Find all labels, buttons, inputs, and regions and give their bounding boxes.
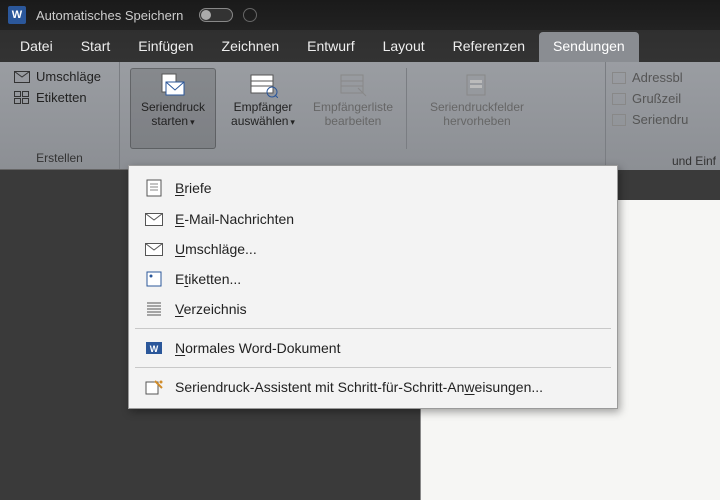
- seriendruckfelder-hervorheben-button[interactable]: Seriendruckfelderhervorheben: [417, 68, 537, 149]
- menu-verzeichnis[interactable]: Verzeichnis: [129, 294, 617, 324]
- autosave-off-icon: [243, 8, 257, 22]
- directory-icon: [145, 301, 163, 317]
- umschlaege-button[interactable]: Umschläge: [10, 68, 109, 85]
- recipients-icon: [248, 72, 278, 98]
- mailmerge-start-icon: [158, 72, 188, 98]
- tab-einfuegen[interactable]: Einfügen: [124, 32, 207, 62]
- tab-start[interactable]: Start: [67, 32, 125, 62]
- envelope-icon: [14, 71, 30, 83]
- empfaengerliste-bearbeiten-button[interactable]: Empfängerlistebearbeiten: [310, 68, 396, 149]
- titlebar: W Automatisches Speichern: [0, 0, 720, 30]
- envelope-icon: [145, 243, 163, 256]
- menu-normales-dokument[interactable]: W Normales Word-Dokument: [129, 333, 617, 363]
- tab-sendungen[interactable]: Sendungen: [539, 32, 639, 62]
- edit-list-icon: [338, 72, 368, 98]
- group-erstellen: Umschläge Etiketten Erstellen: [0, 62, 120, 169]
- empfaenger-auswaehlen-button[interactable]: Empfängerauswählen▾: [220, 68, 306, 149]
- menu-separator: [135, 367, 611, 368]
- etiketten-label: Etiketten: [36, 90, 87, 105]
- word-logo-icon: W: [8, 6, 26, 24]
- autosave-toggle[interactable]: [199, 8, 233, 22]
- autosave-label: Automatisches Speichern: [36, 8, 183, 23]
- tab-zeichnen[interactable]: Zeichnen: [208, 32, 294, 62]
- group-erstellen-label: Erstellen: [10, 149, 109, 167]
- ribbon-tabs: Datei Start Einfügen Zeichnen Entwurf La…: [0, 30, 720, 62]
- seriendruckfeld-einfuegen-button[interactable]: Seriendru: [612, 112, 714, 127]
- chevron-down-icon: ▾: [290, 117, 295, 127]
- adressblock-button[interactable]: Adressbl: [612, 70, 714, 85]
- svg-text:W: W: [150, 344, 159, 354]
- side-footer-label: und Einf: [672, 154, 716, 168]
- label-icon: [145, 271, 163, 287]
- seriendruck-starten-button[interactable]: Seriendruckstarten▾: [130, 68, 216, 149]
- menu-assistent[interactable]: Seriendruck-Assistent mit Schritt-für-Sc…: [129, 372, 617, 402]
- greeting-line-icon: [612, 93, 626, 105]
- grusszeile-button[interactable]: Grußzeil: [612, 91, 714, 106]
- group-felder-schreiben: Adressbl Grußzeil Seriendru und Einf: [605, 62, 720, 170]
- letter-icon: [145, 179, 163, 197]
- highlight-fields-icon: [462, 72, 492, 98]
- labels-icon: [14, 91, 30, 105]
- menu-briefe[interactable]: Briefe: [129, 172, 617, 204]
- tab-entwurf[interactable]: Entwurf: [293, 32, 368, 62]
- separator: [406, 68, 407, 149]
- tab-datei[interactable]: Datei: [6, 32, 67, 62]
- chevron-down-icon: ▾: [190, 117, 195, 127]
- address-block-icon: [612, 72, 626, 84]
- tab-referenzen[interactable]: Referenzen: [439, 32, 539, 62]
- menu-umschlaege[interactable]: Umschläge...: [129, 234, 617, 264]
- word-doc-icon: W: [145, 340, 163, 356]
- insert-field-icon: [612, 114, 626, 126]
- menu-email[interactable]: E-Mail-Nachrichten: [129, 204, 617, 234]
- tab-layout[interactable]: Layout: [369, 32, 439, 62]
- menu-separator: [135, 328, 611, 329]
- etiketten-button[interactable]: Etiketten: [10, 89, 109, 106]
- umschlaege-label: Umschläge: [36, 69, 101, 84]
- menu-etiketten[interactable]: Etiketten...: [129, 264, 617, 294]
- email-icon: [145, 213, 163, 226]
- wizard-icon: [145, 379, 163, 395]
- erstellen-stack: Umschläge Etiketten: [10, 68, 109, 106]
- seriendruck-starten-menu: Briefe E-Mail-Nachrichten Umschläge... E…: [128, 165, 618, 409]
